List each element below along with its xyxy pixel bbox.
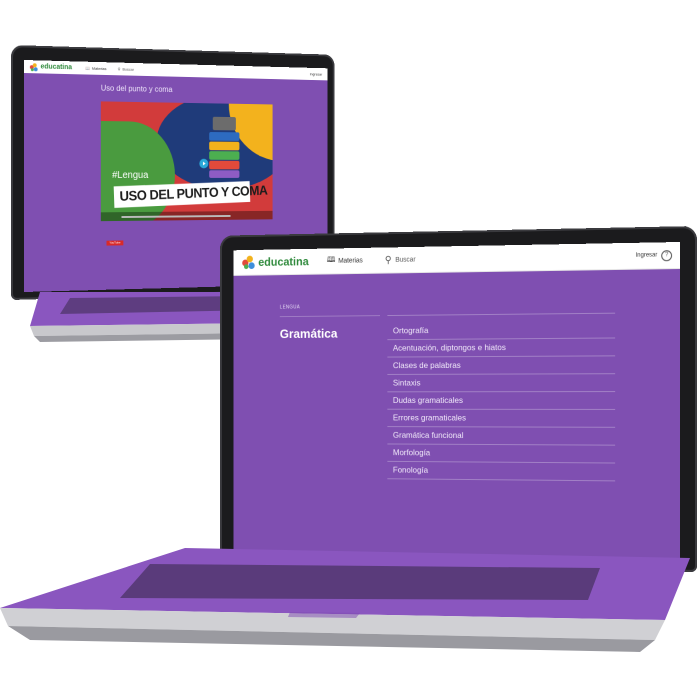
login-label: Ingresar bbox=[635, 252, 658, 259]
video-controls[interactable] bbox=[100, 210, 273, 222]
video-title: Uso del punto y coma bbox=[100, 83, 173, 94]
topic-item-dudas-gramaticales[interactable]: Dudas gramaticales bbox=[387, 392, 616, 410]
back-login-link[interactable]: Ingresar bbox=[310, 72, 322, 77]
divider bbox=[279, 315, 380, 318]
login-link[interactable]: Ingresar ? bbox=[635, 249, 673, 262]
search-icon: ⚲ bbox=[117, 66, 121, 72]
front-laptop-screen: educatina 🕮 Materias ⚲ Buscar Ingresar ?… bbox=[233, 242, 680, 560]
breadcrumb[interactable]: LENGUA bbox=[280, 304, 300, 310]
topic-item-sintaxis[interactable]: Sintaxis bbox=[387, 374, 616, 393]
play-icon[interactable] bbox=[199, 158, 209, 169]
topic-item-morfologia[interactable]: Morfología bbox=[387, 444, 616, 464]
back-logo[interactable]: educatina bbox=[29, 62, 73, 72]
video-banner-text: USO DEL PUNTO Y COMA bbox=[119, 182, 268, 204]
search-label: Buscar bbox=[122, 66, 134, 72]
front-laptop-base bbox=[0, 548, 690, 652]
video-hashtag: #Lengua bbox=[112, 170, 149, 181]
page-title: Gramática bbox=[279, 326, 338, 341]
nav-materias-label: Materias bbox=[338, 257, 363, 265]
help-icon[interactable]: ? bbox=[661, 249, 673, 261]
books-illustration-icon bbox=[209, 116, 240, 178]
search-label: Buscar bbox=[395, 256, 416, 264]
topic-item-acentuacion[interactable]: Acentuación, diptongos e hiatos bbox=[387, 338, 616, 358]
search-icon: ⚲ bbox=[384, 254, 392, 266]
front-logo[interactable]: educatina bbox=[242, 254, 309, 270]
nav-materias-label: Materias bbox=[92, 65, 107, 72]
topic-item-fonologia[interactable]: Fonología bbox=[387, 461, 616, 482]
topic-item-errores-gramaticales[interactable]: Errores gramaticales bbox=[387, 409, 616, 428]
nav-search[interactable]: ⚲ Buscar bbox=[384, 254, 416, 266]
educatina-logo-icon bbox=[29, 62, 38, 71]
divider bbox=[387, 312, 616, 317]
back-nav-materias[interactable]: 📖 Materias bbox=[85, 66, 106, 71]
logo-text: educatina bbox=[258, 254, 309, 269]
topic-item-ortografia[interactable]: Ortografía bbox=[387, 320, 616, 341]
youtube-button[interactable]: YouTube bbox=[106, 240, 124, 246]
nav-materias[interactable]: 🕮 Materias bbox=[327, 254, 363, 268]
video-progress-bar[interactable] bbox=[121, 214, 231, 218]
educatina-logo-icon bbox=[242, 255, 255, 270]
topic-item-gramatica-funcional[interactable]: Gramática funcional bbox=[387, 427, 616, 446]
topic-list: Ortografía Acentuación, diptongos e hiat… bbox=[387, 320, 616, 482]
book-icon: 📖 bbox=[85, 65, 91, 71]
topic-item-clases-de-palabras[interactable]: Clases de palabras bbox=[387, 356, 616, 375]
back-search[interactable]: ⚲ Buscar bbox=[118, 66, 134, 71]
logo-text: educatina bbox=[40, 63, 73, 72]
book-icon: 🕮 bbox=[326, 255, 336, 264]
video-player[interactable]: #Lengua USO DEL PUNTO Y COMA bbox=[100, 101, 273, 222]
